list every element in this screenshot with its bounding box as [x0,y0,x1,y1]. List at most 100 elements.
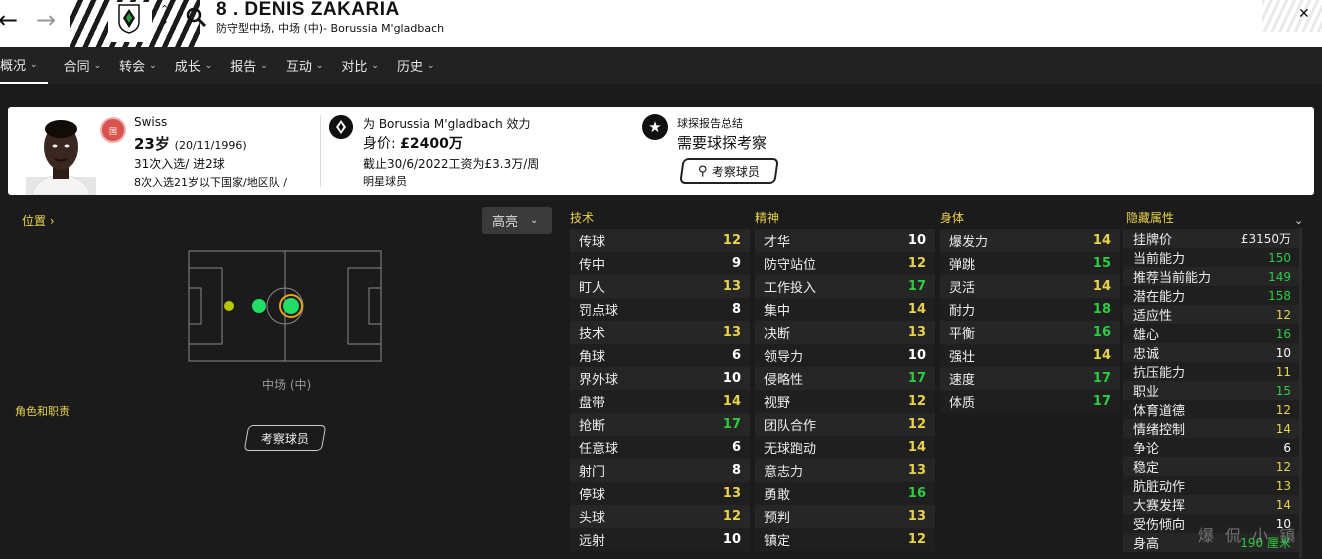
attribute-name: 团队合作 [764,419,817,434]
attribute-row[interactable]: 抗压能力 11 [1123,362,1299,381]
attribute-row[interactable]: 停球 13 [570,482,750,505]
attribute-row[interactable]: 忠诚 10 [1123,343,1299,362]
attribute-row[interactable]: 决断 13 [755,321,935,344]
attribute-row[interactable]: 头球 12 [570,505,750,528]
tab-interaction[interactable]: 互动 ⌄ [280,47,334,84]
attribute-value: 158 [1268,288,1291,303]
attribute-row[interactable]: 领导力 10 [755,344,935,367]
chevron-down-icon[interactable]: ⌄ [1294,214,1303,227]
player-switch-icon[interactable]: ⌃ ⌄ [160,4,169,26]
attribute-row[interactable]: 射门 8 [570,459,750,482]
attribute-row[interactable]: 适应性 12 [1123,305,1299,324]
attribute-row[interactable]: 争论 6 [1123,438,1299,457]
search-icon[interactable] [185,6,207,28]
mental-title: 精神 [755,211,780,225]
attribute-row[interactable]: 灵活 14 [940,275,1120,298]
attribute-name: 预判 [764,511,791,526]
player-positions: 防守型中场, 中场 (中)- Borussia M'gladbach [216,22,445,35]
wage-line: 截止30/6/2022工资为£3.3万/周 [363,157,540,171]
attribute-row[interactable]: 推荐当前能力 149 [1123,267,1299,286]
club-line[interactable]: 为 Borussia M'gladbach 效力 [363,115,531,132]
attribute-name: 大赛发挥 [1133,499,1186,514]
attribute-row[interactable]: 稳定 12 [1123,457,1299,476]
attribute-row[interactable]: 肮脏动作 13 [1123,476,1299,495]
scout-player-button-2[interactable]: 考察球员 [243,425,327,451]
attribute-name: 技术 [579,327,606,342]
tab-reports[interactable]: 报告 ⌄ [224,47,278,84]
chevron-down-icon: ⌄ [204,60,213,71]
scrollbar[interactable] [1299,228,1302,558]
attribute-row[interactable]: 强壮 14 [940,344,1120,367]
attribute-row[interactable]: 职业 15 [1123,381,1299,400]
attribute-row[interactable]: 角球 6 [570,344,750,367]
attribute-row[interactable]: 勇敢 16 [755,482,935,505]
player-name: 8 . DENIS ZAKARIA [216,0,400,20]
attribute-row[interactable]: 侵略性 17 [755,367,935,390]
hidden-attributes: 隐藏属性 挂牌价 £3150万 当前能力 150 推荐当前能力 149 潜在能力 158 适应性… [1123,208,1299,552]
attribute-value: 13 [1275,478,1291,493]
player-status: 明星球员 [363,175,407,188]
attribute-name: 头球 [579,511,606,526]
chevron-down-icon: ⌄ [530,215,539,226]
attribute-value: 13 [907,325,926,340]
position-link[interactable]: 位置 › [22,212,55,229]
attribute-row[interactable]: 潜在能力 158 [1123,286,1299,305]
attribute-name: 工作投入 [764,281,817,296]
close-icon[interactable]: ✕ [1298,6,1310,22]
attribute-row[interactable]: 传中 9 [570,252,750,275]
attribute-row[interactable]: 雄心 16 [1123,324,1299,343]
chevron-down-icon: ⌄ [149,60,157,71]
attribute-row[interactable]: 挂牌价 £3150万 [1123,229,1299,248]
tab-overview[interactable]: 概况 ⌄ [0,47,48,84]
attribute-row[interactable]: 弹跳 15 [940,252,1120,275]
back-arrow-icon[interactable]: ← [0,6,22,34]
attribute-row[interactable]: 盯人 13 [570,275,750,298]
attribute-value: 18 [1092,302,1111,317]
attribute-row[interactable]: 抢断 17 [570,413,750,436]
attribute-name: 灵活 [949,281,976,296]
attribute-row[interactable]: 耐力 18 [940,298,1120,321]
scout-player-button[interactable]: ⚲ 考察球员 [679,158,779,184]
attribute-row[interactable]: 团队合作 12 [755,413,935,436]
attribute-row[interactable]: 远射 10 [570,528,750,551]
attribute-row[interactable]: 镇定 12 [755,528,935,551]
attribute-value: 12 [907,532,926,547]
attribute-value: 16 [1275,326,1291,341]
attribute-row[interactable]: 无球跑动 14 [755,436,935,459]
attribute-row[interactable]: 当前能力 150 [1123,248,1299,267]
chevron-down-icon: ⌄ [93,60,102,71]
attribute-row[interactable]: 体质 17 [940,390,1120,413]
attribute-row[interactable]: 罚点球 8 [570,298,750,321]
tab-development[interactable]: 成长 ⌄ [169,47,223,84]
attribute-row[interactable]: 体育道德 12 [1123,400,1299,419]
attribute-value: 13 [722,486,741,501]
tab-history[interactable]: 历史 ⌄ [391,47,445,84]
attribute-row[interactable]: 盘带 14 [570,390,750,413]
attribute-row[interactable]: 视野 12 [755,390,935,413]
tab-transfer[interactable]: 转会 ⌄ [113,47,167,84]
attribute-row[interactable]: 防守站位 12 [755,252,935,275]
attribute-row[interactable]: 集中 14 [755,298,935,321]
tab-contract[interactable]: 合同 ⌄ [50,47,112,84]
attribute-row[interactable]: 情绪控制 14 [1123,419,1299,438]
chevron-down-icon: ⌄ [30,59,38,70]
attribute-row[interactable]: 传球 12 [570,229,750,252]
attribute-value: 6 [1283,440,1291,455]
attribute-row[interactable]: 预判 13 [755,505,935,528]
tab-compare[interactable]: 对比 ⌄ [335,47,389,84]
attribute-row[interactable]: 任意球 6 [570,436,750,459]
attribute-row[interactable]: 速度 17 [940,367,1120,390]
attribute-value: £3150万 [1240,232,1291,246]
scout-button-label: 考察球员 [260,431,309,446]
attribute-row[interactable]: 才华 10 [755,229,935,252]
attribute-row[interactable]: 爆发力 14 [940,229,1120,252]
highlight-dropdown[interactable]: 高亮 ⌄ [482,207,552,234]
attribute-row[interactable]: 大赛发挥 14 [1123,495,1299,514]
attribute-row[interactable]: 工作投入 17 [755,275,935,298]
attribute-row[interactable]: 平衡 16 [940,321,1120,344]
forward-arrow-icon[interactable]: → [32,6,60,34]
attribute-row[interactable]: 界外球 10 [570,367,750,390]
attribute-row[interactable]: 意志力 13 [755,459,935,482]
attribute-row[interactable]: 技术 13 [570,321,750,344]
position-dot [224,301,234,311]
